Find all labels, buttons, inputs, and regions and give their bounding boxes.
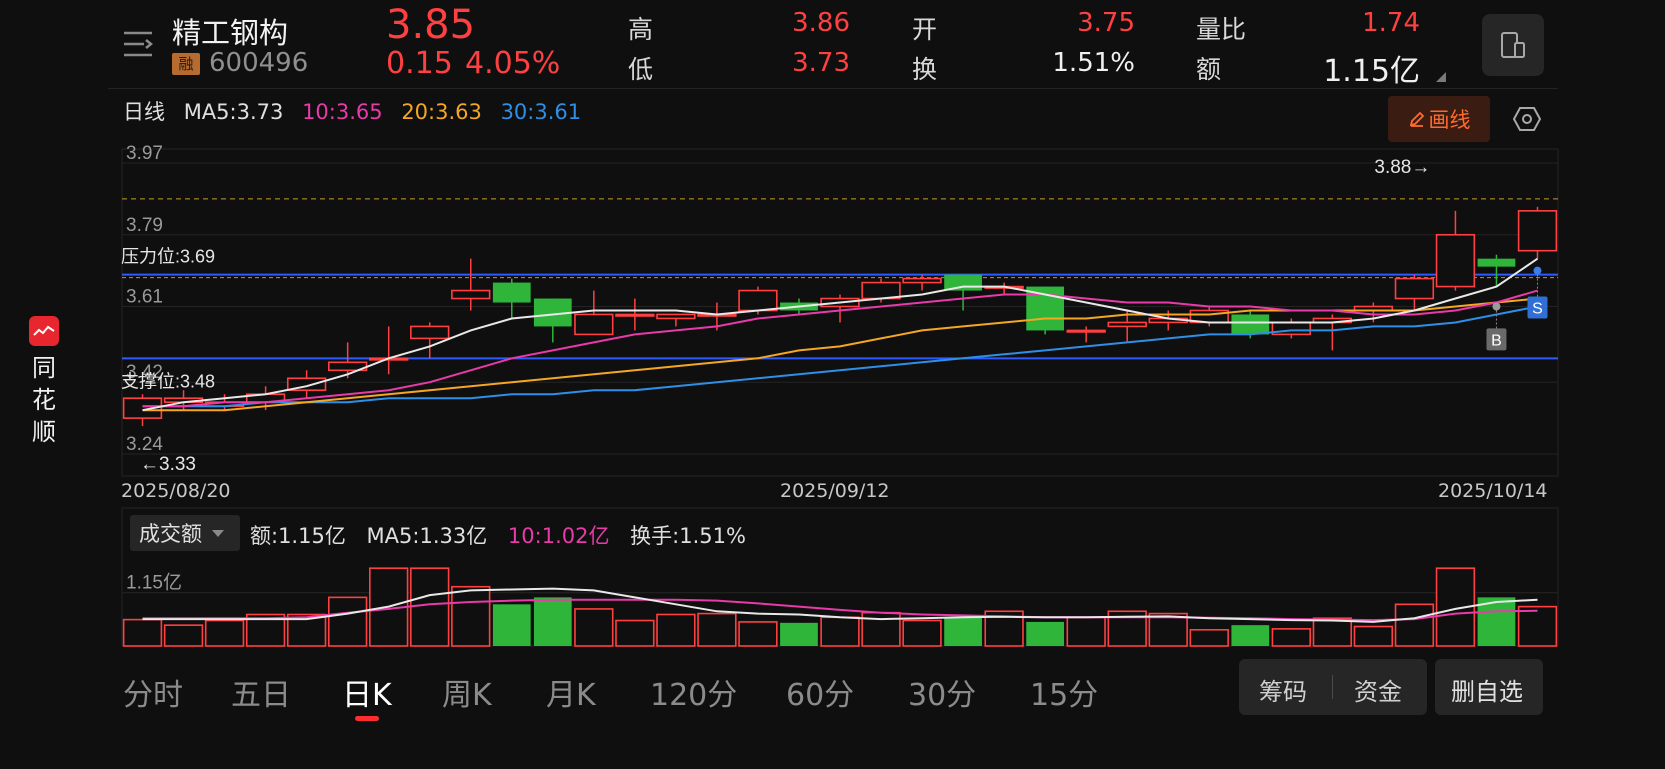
support-label: 支撑位:3.48 [121,371,215,391]
ma5-line [142,257,1539,412]
volume-bar [1066,616,1106,647]
date-mid: 2025/09/12 [780,480,890,502]
chips-funds-group: 筹码 资金 [1239,659,1427,715]
volume-indicator-select[interactable]: 成交额 [130,515,240,551]
min-price-annotation: ←3.33 [140,454,196,475]
volume-bar [615,619,655,647]
group-divider [1332,675,1333,699]
volume-bar [944,617,982,646]
candle-body [902,277,942,284]
tab-intraday[interactable]: 分时 [123,670,183,714]
volume-ma10: 10:1.02亿 [507,524,610,548]
volume-bar [1394,603,1435,647]
volume-bar [1312,617,1353,647]
sell-marker-label: S [1532,301,1543,318]
resistance-label: 压力位:3.69 [121,247,215,267]
candle-body [492,282,531,303]
volume-bar [738,621,778,647]
volume-bar [1231,625,1270,646]
candle-body [1026,286,1065,331]
candle-body [1477,258,1516,267]
chips-button[interactable]: 筹码 [1259,672,1307,707]
volume-bar [697,612,737,647]
volume-bar [1271,628,1311,647]
volume-bar [492,604,531,646]
volume-bar [1353,625,1394,647]
candle-body [1394,277,1435,300]
tab-30min[interactable]: 30分 [908,670,976,714]
price-y-tick: 3.79 [126,215,163,236]
volume-bar [410,567,450,647]
volume-ma5: MA5:1.33亿 [366,524,488,548]
price-y-tick: 3.97 [126,143,163,164]
candle-body [410,325,450,340]
volume-bar [1026,621,1065,646]
candle-body [1435,233,1476,288]
candle-body [451,289,491,300]
tab-120min[interactable]: 120分 [650,670,737,714]
volume-bar [574,608,614,647]
delete-watchlist-button[interactable]: 删自选 [1435,659,1543,715]
volume-bar [780,622,818,646]
volume-bar [163,624,204,647]
tab-weekly-k[interactable]: 周K [442,670,492,714]
price-y-tick: 3.61 [126,287,163,308]
funds-button[interactable]: 资金 [1354,672,1402,707]
active-tab-indicator [355,716,379,721]
candle-body [1231,314,1270,335]
date-end: 2025/10/14 [1438,480,1548,502]
volume-amount: 额:1.15亿 [250,524,346,548]
candle-body [1107,321,1147,328]
candle-body [738,289,778,312]
kline-chart[interactable]: 3.973.793.613.423.24压力位:3.69支撑位:3.483.88… [0,0,1665,500]
candle-body [574,313,614,336]
volume-bar [204,619,245,647]
candle-body [1517,210,1558,252]
caret-down-icon [212,529,224,537]
buy-marker-label: B [1491,332,1502,349]
candle-body [1066,329,1106,333]
volume-bar [327,596,368,647]
volume-bar [451,585,491,647]
volume-bar [533,597,572,646]
tab-five-day[interactable]: 五日 [231,670,291,714]
sell-marker-dot [1533,266,1542,275]
volume-turnover: 换手:1.51% [630,524,746,548]
max-price-annotation: 3.88→ [1374,157,1430,178]
tab-60min[interactable]: 60分 [786,670,854,714]
volume-bar [902,619,942,647]
candle-body [615,313,655,317]
buy-marker-dot [1492,302,1501,311]
delete-watchlist-label: 删自选 [1451,678,1523,706]
volume-bar [1517,605,1558,647]
volume-y-tick: 1.15亿 [126,572,182,594]
price-y-tick: 3.24 [126,434,163,455]
tab-monthly-k[interactable]: 月K [546,670,596,714]
volume-bar [1189,628,1229,647]
tab-daily-k[interactable]: 日K [342,670,392,714]
volume-bar [820,616,860,647]
date-start: 2025/08/20 [121,480,231,502]
volume-bar [122,618,163,647]
candle-body [861,281,901,300]
volume-bar [656,613,696,647]
volume-legend: 额:1.15亿 MA5:1.33亿 10:1.02亿 换手:1.51% [250,520,746,550]
candle-body [656,313,696,320]
volume-indicator-label: 成交额 [139,522,202,546]
tab-15min[interactable]: 15分 [1030,670,1098,714]
volume-bar [1148,612,1188,647]
